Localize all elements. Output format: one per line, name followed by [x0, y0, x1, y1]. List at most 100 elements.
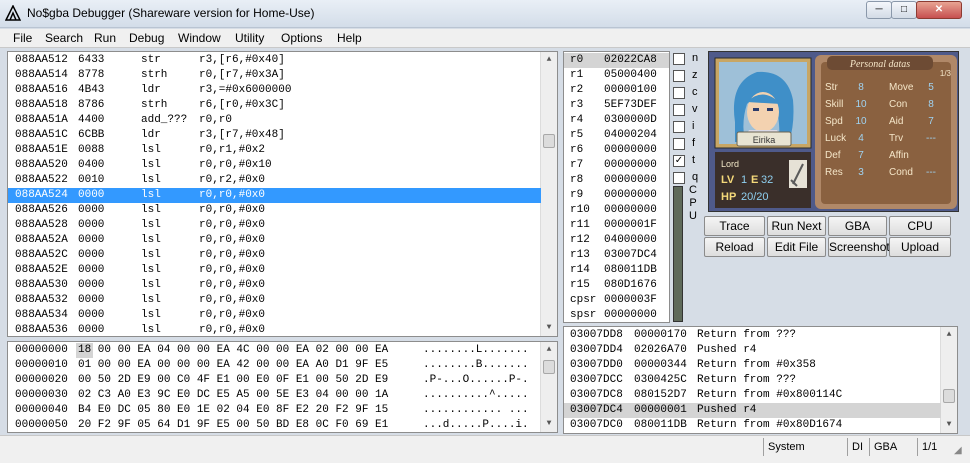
code-row[interactable]: 088AA512 6433 str r3,[r6,#0x40] — [8, 53, 541, 68]
code-op: 0000 — [78, 234, 105, 246]
reload-button[interactable]: Reload — [704, 237, 765, 257]
flag-i-checkbox[interactable] — [673, 121, 685, 133]
scroll-thumb[interactable] — [943, 389, 955, 403]
code-row[interactable]: 088AA536 0000 lsl r0,r0,#0x0 — [8, 323, 541, 336]
menu-run[interactable]: Run — [94, 31, 116, 45]
scroll-thumb[interactable] — [543, 360, 555, 374]
code-row[interactable]: 088AA532 0000 lsl r0,r0,#0x0 — [8, 293, 541, 308]
disassembly-scrollbar[interactable]: ▲ ▼ — [540, 52, 557, 336]
flag-c-checkbox[interactable] — [673, 87, 685, 99]
register-row[interactable]: r11 0000001F — [564, 218, 669, 233]
register-row[interactable]: spsr 00000000 — [564, 308, 669, 322]
scroll-up-icon[interactable]: ▲ — [541, 342, 557, 358]
game-screen[interactable]: Eirika Lord LV 1 E 32 HP 20/20 Personal … — [708, 51, 959, 212]
run-next-button[interactable]: Run Next — [767, 216, 826, 236]
flag-v-checkbox[interactable] — [673, 104, 685, 116]
code-args: r0,r0,#0x0 — [199, 294, 266, 306]
code-row[interactable]: 088AA52E 0000 lsl r0,r0,#0x0 — [8, 263, 541, 278]
upload-button[interactable]: Upload — [889, 237, 951, 257]
stack-row[interactable]: 03007DC0 080011DB Return from #0x80D1674 — [564, 418, 941, 433]
register-name: r14 — [570, 264, 590, 276]
code-addr: 088AA52C — [15, 249, 68, 261]
code-row[interactable]: 088AA530 0000 lsl r0,r0,#0x0 — [8, 278, 541, 293]
code-row[interactable]: 088AA524 0000 lsl r0,r0,#0x0 — [8, 188, 541, 203]
menu-options[interactable]: Options — [281, 31, 322, 45]
scroll-down-icon[interactable]: ▼ — [541, 320, 557, 336]
register-row[interactable]: r10 00000000 — [564, 203, 669, 218]
scroll-up-icon[interactable]: ▲ — [941, 327, 957, 343]
stack-row[interactable]: 03007DD8 00000170 Return from ??? — [564, 328, 941, 343]
register-row[interactable]: r8 00000000 — [564, 173, 669, 188]
code-row[interactable]: 088AA51C 6CBB ldr r3,[r7,#0x48] — [8, 128, 541, 143]
register-row[interactable]: r13 03007DC4 — [564, 248, 669, 263]
cpu-specs-button[interactable]: CPU Specs — [889, 216, 951, 251]
gba-specs-button[interactable]: GBA Specs — [828, 216, 887, 251]
register-row[interactable]: r2 00000100 — [564, 83, 669, 98]
maximize-button[interactable]: □ — [891, 1, 917, 19]
code-row[interactable]: 088AA534 0000 lsl r0,r0,#0x0 — [8, 308, 541, 323]
flag-z-checkbox[interactable] — [673, 70, 685, 82]
register-row[interactable]: r6 00000000 — [564, 143, 669, 158]
stack-scrollbar[interactable]: ▲ ▼ — [940, 327, 957, 433]
stack-row[interactable]: 03007DD0 00000344 Return from #0x358 — [564, 358, 941, 373]
code-row[interactable]: 088AA522 0010 lsl r0,r2,#0x0 — [8, 173, 541, 188]
scroll-up-icon[interactable]: ▲ — [541, 52, 557, 68]
code-row[interactable]: 088AA52A 0000 lsl r0,r0,#0x0 — [8, 233, 541, 248]
hex-row[interactable]: 00000010 01 00 00 EA 00 00 00 EA 42 00 00… — [8, 358, 541, 373]
stack-row[interactable]: 03007DCC 0300425C Return from ??? — [564, 373, 941, 388]
register-pane[interactable]: r0 02022CA8 r1 05000400 r2 00000100 r3 5EF73DEF… — [563, 51, 670, 323]
code-args: r0,r0 — [199, 114, 233, 126]
hex-row[interactable]: 00000040 B4 E0 DC 05 80 E0 1E 02 04 E0 8F… — [8, 403, 541, 418]
code-row[interactable]: 088AA526 0000 lsl r0,r0,#0x0 — [8, 203, 541, 218]
trace-button[interactable]: Trace — [704, 216, 765, 236]
hex-row[interactable]: 00000020 00 50 2D E9 00 C0 4F E1 00 E0 0F… — [8, 373, 541, 388]
stack-row[interactable]: 03007DD4 02026A70 Pushed r4 — [564, 343, 941, 358]
register-row[interactable]: r4 0300000D — [564, 113, 669, 128]
flag-n-checkbox[interactable] — [673, 53, 685, 65]
menu-help[interactable]: Help — [337, 31, 362, 45]
code-row[interactable]: 088AA514 8778 strh r0,[r7,#0x3A] — [8, 68, 541, 83]
stack-row[interactable]: 03007DC4 00000001 Pushed r4 — [564, 403, 941, 418]
stack-pane[interactable]: ▲ ▼ 03007DD8 00000170 Return from ??? 03007… — [563, 326, 958, 434]
edit-file-button[interactable]: Edit File — [767, 237, 826, 257]
register-row[interactable]: r5 04000204 — [564, 128, 669, 143]
register-row[interactable]: r15 080D1676 — [564, 278, 669, 293]
hex-row[interactable]: 00000030 02 C3 A0 E3 9C E0 DC E5 A5 00 5E… — [8, 388, 541, 403]
register-row[interactable]: r3 5EF73DEF — [564, 98, 669, 113]
code-row[interactable]: 088AA516 4B43 ldr r3,=#0x6000000 — [8, 83, 541, 98]
menu-utility[interactable]: Utility — [235, 31, 264, 45]
menu-search[interactable]: Search — [45, 31, 83, 45]
code-row[interactable]: 088AA518 8786 strh r6,[r0,#0x3C] — [8, 98, 541, 113]
register-row[interactable]: r7 00000000 — [564, 158, 669, 173]
minimize-button[interactable]: ─ — [866, 1, 892, 19]
code-row[interactable]: 088AA52C 0000 lsl r0,r0,#0x0 — [8, 248, 541, 263]
flag-f-checkbox[interactable] — [673, 138, 685, 150]
screenshot-button[interactable]: Screenshot — [828, 237, 890, 257]
register-row[interactable]: cpsr 0000003F — [564, 293, 669, 308]
scroll-thumb[interactable] — [543, 134, 555, 148]
register-row[interactable]: r1 05000400 — [564, 68, 669, 83]
hex-row[interactable]: 00000050 20 F2 9F 05 64 D1 9F E5 00 50 BD… — [8, 418, 541, 432]
flag-t-checkbox[interactable]: ✓ — [673, 155, 685, 167]
register-row[interactable]: r12 04000000 — [564, 233, 669, 248]
code-row[interactable]: 088AA520 0400 lsl r0,r0,#0x10 — [8, 158, 541, 173]
menu-window[interactable]: Window — [178, 31, 221, 45]
disassembly-pane[interactable]: ▲ ▼ 088AA512 6433 str r3,[r6,#0x40] 088AA514… — [7, 51, 558, 337]
close-button[interactable]: ✕ — [916, 1, 962, 19]
code-row[interactable]: 088AA51E 0088 lsl r0,r1,#0x2 — [8, 143, 541, 158]
register-row[interactable]: r14 080011DB — [564, 263, 669, 278]
scroll-down-icon[interactable]: ▼ — [941, 417, 957, 433]
code-row[interactable]: 088AA528 0000 lsl r0,r0,#0x0 — [8, 218, 541, 233]
resize-grip-icon[interactable]: ◢ — [954, 445, 966, 457]
hex-dump-pane[interactable]: ▲ ▼ 00000000 18 00 00 EA 04 00 00 EA 4C 0… — [7, 341, 558, 433]
register-row[interactable]: r0 02022CA8 — [564, 53, 669, 68]
hex-cursor-byte[interactable]: 18 — [76, 343, 94, 358]
menu-file[interactable]: File — [13, 31, 32, 45]
flag-q-checkbox[interactable] — [673, 172, 685, 184]
register-row[interactable]: r9 00000000 — [564, 188, 669, 203]
code-row[interactable]: 088AA51A 4400 add_??? r0,r0 — [8, 113, 541, 128]
stack-row[interactable]: 03007DC8 080152D7 Return from #0x800114C — [564, 388, 941, 403]
scroll-down-icon[interactable]: ▼ — [541, 416, 557, 432]
menu-debug[interactable]: Debug — [129, 31, 164, 45]
hex-scrollbar[interactable]: ▲ ▼ — [540, 342, 557, 432]
